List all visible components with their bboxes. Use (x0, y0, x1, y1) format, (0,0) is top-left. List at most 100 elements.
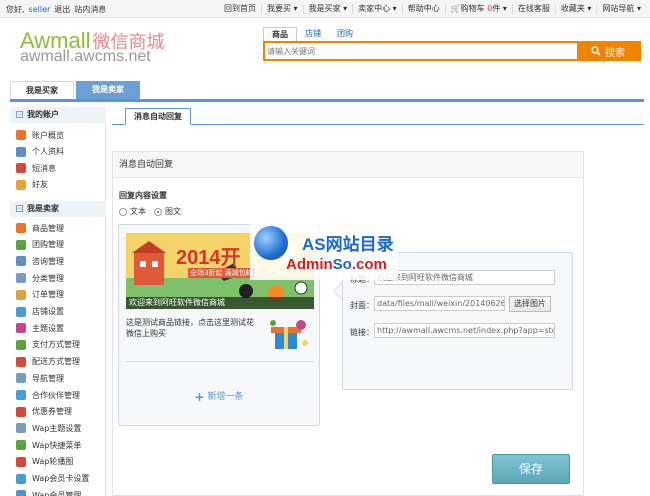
sidebar-item[interactable]: Wap快捷菜单 (16, 438, 81, 452)
sidebar-section-label: 我的账户 (27, 110, 59, 119)
goods-icon (16, 223, 26, 233)
search-tabs: 商品 店铺 团购 (263, 27, 361, 41)
sidebar-item-label: 团购管理 (32, 240, 64, 250)
search-tab-goods[interactable]: 商品 (263, 27, 297, 41)
group-buy-icon (16, 239, 26, 250)
wap-menu-icon (16, 440, 26, 451)
sidebar: − 我的账户 账户概览个人资料短消息好友 − 我是卖家 商品管理团购管理咨询管理分类… (10, 107, 106, 496)
sidebar-item[interactable]: 咨询管理 (16, 254, 64, 268)
sidebar-item-label: Wap会员管理 (32, 490, 82, 496)
sidebar-section-seller[interactable]: − 我是卖家 (10, 201, 106, 217)
sidebar-item[interactable]: 订单管理 (16, 288, 64, 302)
nav-buyer[interactable]: 我是买家 ▾ (302, 4, 353, 14)
top-bar-nav: 回到首页 我要买 ▾ 我是买家 ▾ 卖家中心 ▾ 帮助中心 🛒购物车 0件 ▾ … (219, 0, 646, 18)
sidebar-item[interactable]: 优惠券管理 (16, 405, 72, 419)
order-icon (16, 289, 26, 300)
globe-icon (254, 226, 288, 260)
payment-icon (16, 339, 26, 350)
username-link[interactable]: seller (29, 5, 51, 14)
nav-seller-center[interactable]: 卖家中心 ▾ (352, 4, 402, 14)
link-label: 链接： (350, 328, 374, 337)
sidebar-item[interactable]: 商品管理 (16, 221, 64, 235)
role-tab-divider (10, 99, 644, 102)
nav-favorites[interactable]: 收藏夹 ▾ (554, 4, 597, 14)
search-button-label: 搜索 (605, 47, 625, 59)
search-tab-shops[interactable]: 店铺 (297, 27, 329, 41)
banner-subline: 全场3折起 满减包邮 (188, 268, 255, 278)
banner-headline: 2014开 (176, 247, 241, 269)
sidebar-item[interactable]: 配送方式管理 (16, 355, 80, 369)
sidebar-item[interactable]: 合作伙伴管理 (16, 388, 80, 402)
sidebar-item-label: 商品管理 (32, 223, 64, 233)
message-icon (16, 163, 26, 173)
plus-icon: + (194, 389, 205, 404)
tab-buyer[interactable]: 我是买家 (10, 81, 74, 99)
sidebar-item[interactable]: 短消息 (16, 161, 56, 175)
sidebar-item-label: 支付方式管理 (32, 340, 80, 350)
search-input[interactable] (267, 44, 567, 58)
search-tab-groupbuy[interactable]: 团购 (329, 27, 361, 41)
reply-settings-label: 回复内容设置 (119, 191, 167, 200)
title-input[interactable]: 欢迎来到阿旺软件微信商城 (374, 270, 555, 285)
search-box: 搜索 (263, 41, 641, 61)
sidebar-item-label: Wap会员卡设置 (32, 474, 90, 483)
sidebar-item-label: Wap快捷菜单 (32, 440, 82, 450)
news-caption: 欢迎来到阿旺软件微信商城 (126, 297, 314, 309)
consult-icon (16, 256, 26, 267)
sidebar-item[interactable]: 账户概览 (16, 128, 64, 142)
reply-type-options: 文本 图文 (119, 206, 181, 217)
delivery-icon (16, 356, 26, 367)
sidebar-item[interactable]: 个人资料 (16, 145, 64, 159)
search-button[interactable]: 搜索 (577, 43, 639, 59)
radio-text-label: 文本 (130, 207, 146, 216)
sidebar-item[interactable]: 团购管理 (16, 238, 64, 252)
greeting: 您好, (6, 5, 25, 14)
sidebar-item[interactable]: Wap会员管理 (16, 488, 81, 496)
nav-service[interactable]: 在线客服 (511, 4, 555, 14)
category-icon (16, 273, 26, 284)
role-tabs: 我是买家 我是卖家 (10, 81, 140, 99)
sidebar-item-label: 短消息 (32, 163, 56, 173)
news-description: 这是测试商品链接，点击这里测试花微信上购买 (126, 318, 254, 338)
save-button[interactable]: 保存 (492, 454, 570, 484)
logout-link[interactable]: 退出 (54, 5, 70, 14)
sidebar-item[interactable]: 店铺设置 (16, 305, 64, 319)
sidebar-item[interactable]: 分类管理 (16, 271, 64, 285)
sidebar-item-label: 订单管理 (32, 290, 64, 300)
sidebar-item[interactable]: Wap轮播图 (16, 455, 73, 469)
sidebar-item[interactable]: 主题设置 (16, 321, 64, 335)
partner-icon (16, 390, 26, 400)
friends-icon (16, 179, 26, 190)
sidebar-item[interactable]: Wap主题设置 (16, 421, 81, 435)
sidebar-item-label: 个人资料 (32, 147, 64, 156)
nav-sitemap[interactable]: 网站导航 ▾ (596, 4, 646, 14)
sidebar-item[interactable]: Wap会员卡设置 (16, 472, 89, 486)
wap-card-icon (16, 473, 26, 484)
cover-input[interactable]: data/files/mall/weixin/20140626( (374, 296, 505, 311)
add-news-button[interactable]: + 新增一条 (119, 389, 319, 404)
nav-icon (16, 373, 26, 384)
sidebar-item-label: 优惠券管理 (32, 407, 72, 417)
cart-unit: 件 ▾ (492, 4, 507, 13)
sidebar-item[interactable]: 好友 (16, 178, 48, 192)
radio-image-text-label: 图文 (165, 207, 181, 216)
messages-link[interactable]: 站内消息 (74, 5, 106, 14)
nav-help[interactable]: 帮助中心 (401, 4, 445, 14)
sidebar-item[interactable]: 支付方式管理 (16, 338, 80, 352)
radio-image-text[interactable] (154, 207, 162, 216)
tab-seller[interactable]: 我是卖家 (76, 81, 140, 99)
tab-auto-reply[interactable]: 消息自动回复 (125, 108, 191, 125)
sidebar-item-label: 账户概览 (32, 130, 64, 140)
sidebar-item[interactable]: 导航管理 (16, 371, 64, 385)
nav-buy[interactable]: 我要买 ▾ (261, 4, 303, 14)
edit-pointer-inner (334, 283, 342, 299)
nav-cart[interactable]: 🛒购物车 0件 ▾ (444, 4, 512, 14)
link-input[interactable]: http://awmall.awcms.net/index.php?app=st… (374, 323, 555, 338)
nav-home[interactable]: 回到首页 (219, 4, 261, 14)
sidebar-item-label: 主题设置 (32, 323, 64, 333)
cover-label: 封面： (350, 301, 374, 310)
radio-text[interactable] (119, 207, 127, 216)
sidebar-section-account[interactable]: − 我的账户 (10, 107, 106, 123)
pick-image-button[interactable]: 选择图片 (509, 296, 551, 312)
watermark-title: AS网站目录 (302, 235, 394, 254)
